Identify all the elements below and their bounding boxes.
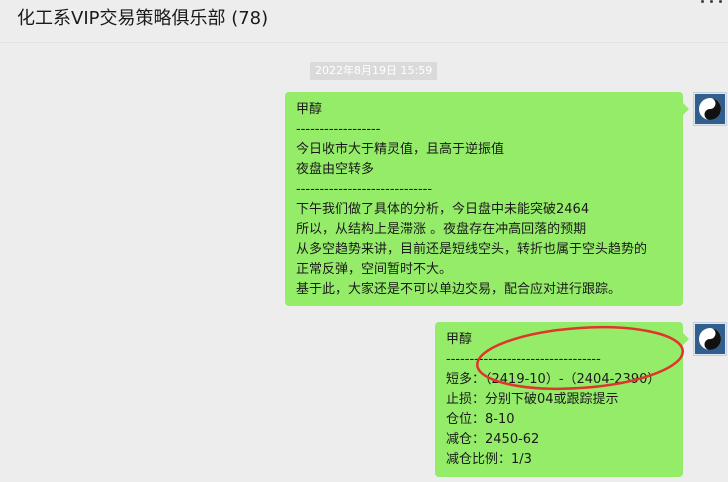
message-line: 所以，从结构上是滞涨 。夜盘存在冲高回落的预期 (296, 222, 587, 237)
message-line: 正常反弹，空间暂时不大。 (296, 262, 453, 277)
message-bubble[interactable]: 甲醇 ------------------ 今日收市大于精灵值，且高于逆振值 夜… (285, 92, 689, 306)
message-line: 下午我们做了具体的分析，今日盘中未能突破2464 (296, 202, 590, 217)
more-options-icon[interactable] (698, 0, 728, 8)
chat-title: 化工系VIP交易策略俱乐部 (78) (17, 8, 269, 29)
message-line: 基于此，大家还是不可以单边交易，配合应对进行跟踪。 (296, 282, 622, 297)
yin-yang-icon (695, 324, 725, 354)
message-line: 从多空趋势来讲，目前还是短线空头，转折也属于空头趋势的 (296, 242, 648, 257)
sender-avatar[interactable] (693, 92, 727, 126)
message-line: 甲醇 (296, 102, 323, 117)
message-line: 今日收市大于精灵值，且高于逆振值 (296, 142, 505, 157)
message-line: 仓位：8-10 (446, 412, 515, 427)
red-circle-annotation (475, 325, 685, 391)
sender-avatar[interactable] (693, 322, 727, 356)
message-timestamp: 2022年8月19日 15:59 (310, 62, 438, 80)
message-line: ----------------------------- (296, 182, 433, 197)
chat-header: 化工系VIP交易策略俱乐部 (78) (0, 0, 728, 43)
yin-yang-icon (695, 94, 725, 124)
message-line: ------------------ (296, 122, 381, 137)
message-line: 减仓比例：1/3 (446, 452, 532, 467)
message-line: 减仓：2450-62 (446, 432, 540, 447)
message-line: 夜盘由空转多 (296, 162, 375, 177)
